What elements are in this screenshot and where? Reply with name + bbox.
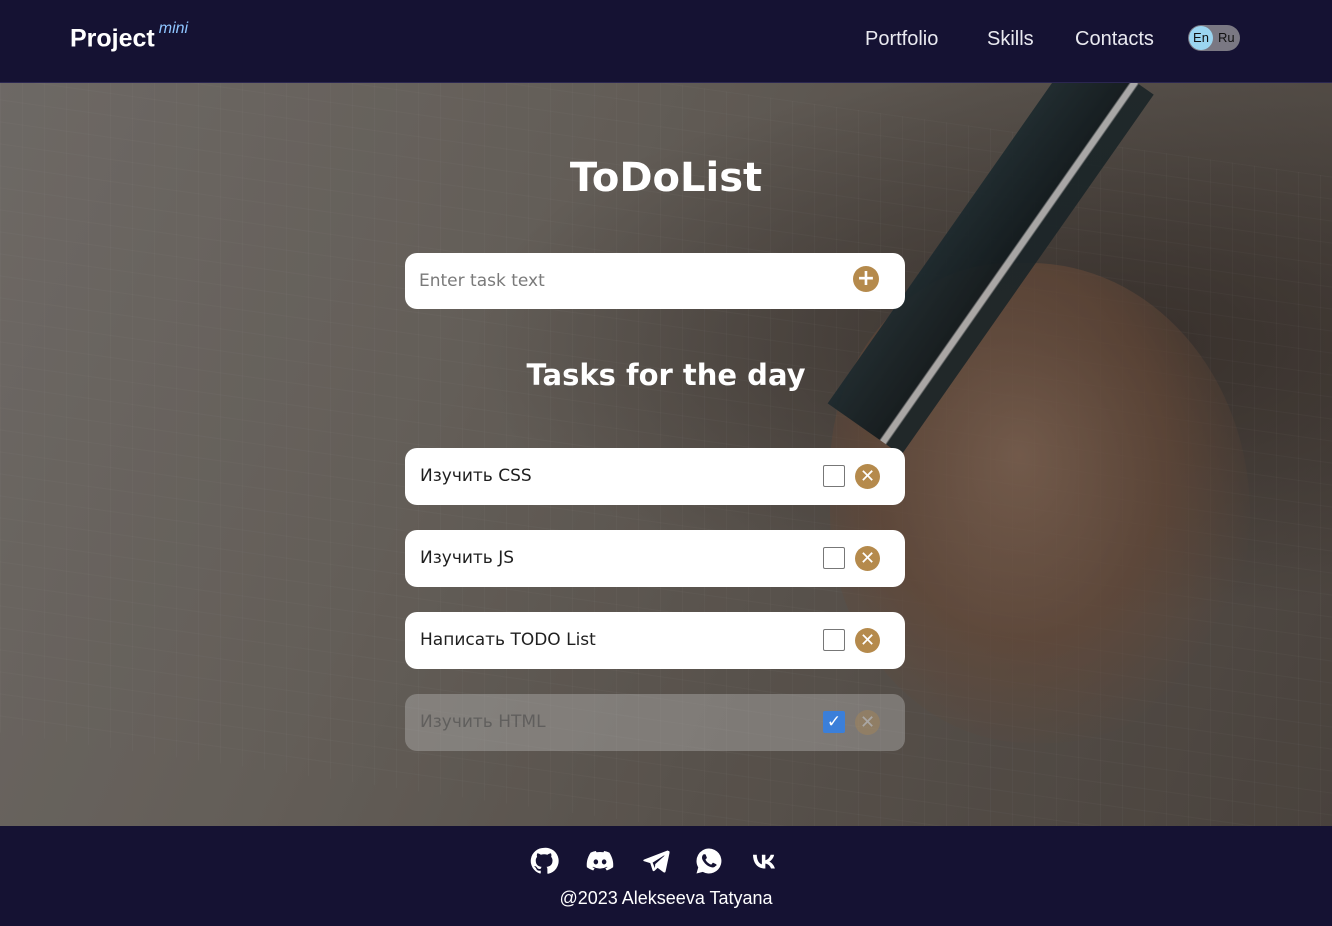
task-item: Изучить CSS ✕ xyxy=(405,448,905,505)
whatsapp-icon[interactable] xyxy=(694,846,724,876)
task-checkbox[interactable] xyxy=(823,547,845,569)
site-footer: @2023 Alekseeva Tatyana xyxy=(0,826,1332,926)
logo[interactable]: Project mini xyxy=(70,20,188,53)
telegram-icon[interactable] xyxy=(641,846,671,876)
nav-contacts[interactable]: Contacts xyxy=(1075,28,1154,51)
discord-icon[interactable] xyxy=(584,846,616,876)
task-text: Написать TODO List xyxy=(420,630,596,650)
nav-portfolio[interactable]: Portfolio xyxy=(865,28,938,51)
task-checkbox[interactable] xyxy=(823,465,845,487)
github-icon[interactable] xyxy=(529,846,559,876)
task-checkbox[interactable] xyxy=(823,629,845,651)
logo-text: Project xyxy=(70,24,155,53)
copyright-text: @2023 Alekseeva Tatyana xyxy=(559,888,773,908)
task-text: Изучить CSS xyxy=(420,466,532,486)
delete-task-icon[interactable]: ✕ xyxy=(855,546,880,571)
delete-task-icon[interactable]: ✕ xyxy=(855,628,880,653)
task-checkbox-checked[interactable]: ✓ xyxy=(823,711,845,733)
tasks-heading: Tasks for the day xyxy=(526,358,806,392)
task-item-completed: Изучить HTML ✓ ✕ xyxy=(405,694,905,751)
delete-task-icon[interactable]: ✕ xyxy=(855,710,880,735)
logo-sup: mini xyxy=(158,20,189,37)
task-text: Изучить JS xyxy=(420,548,515,568)
task-input-box: + xyxy=(405,253,905,309)
lang-ru[interactable]: Ru xyxy=(1218,25,1235,51)
page-title: ToDoList xyxy=(569,155,763,201)
task-text: Изучить HTML xyxy=(420,712,546,732)
task-item: Написать TODO List ✕ xyxy=(405,612,905,669)
language-toggle[interactable]: En Ru xyxy=(1188,25,1240,51)
delete-task-icon[interactable]: ✕ xyxy=(855,464,880,489)
task-item: Изучить JS ✕ xyxy=(405,530,905,587)
add-task-button[interactable]: + xyxy=(853,266,879,292)
task-input[interactable] xyxy=(419,253,839,309)
vk-icon[interactable] xyxy=(748,846,780,876)
lang-en[interactable]: En xyxy=(1189,26,1213,50)
nav-skills[interactable]: Skills xyxy=(987,28,1034,51)
site-header: Project mini Portfolio Skills Contacts En… xyxy=(0,0,1332,83)
hero-section: ToDoList + Tasks for the day Изучить CSS… xyxy=(0,83,1332,826)
